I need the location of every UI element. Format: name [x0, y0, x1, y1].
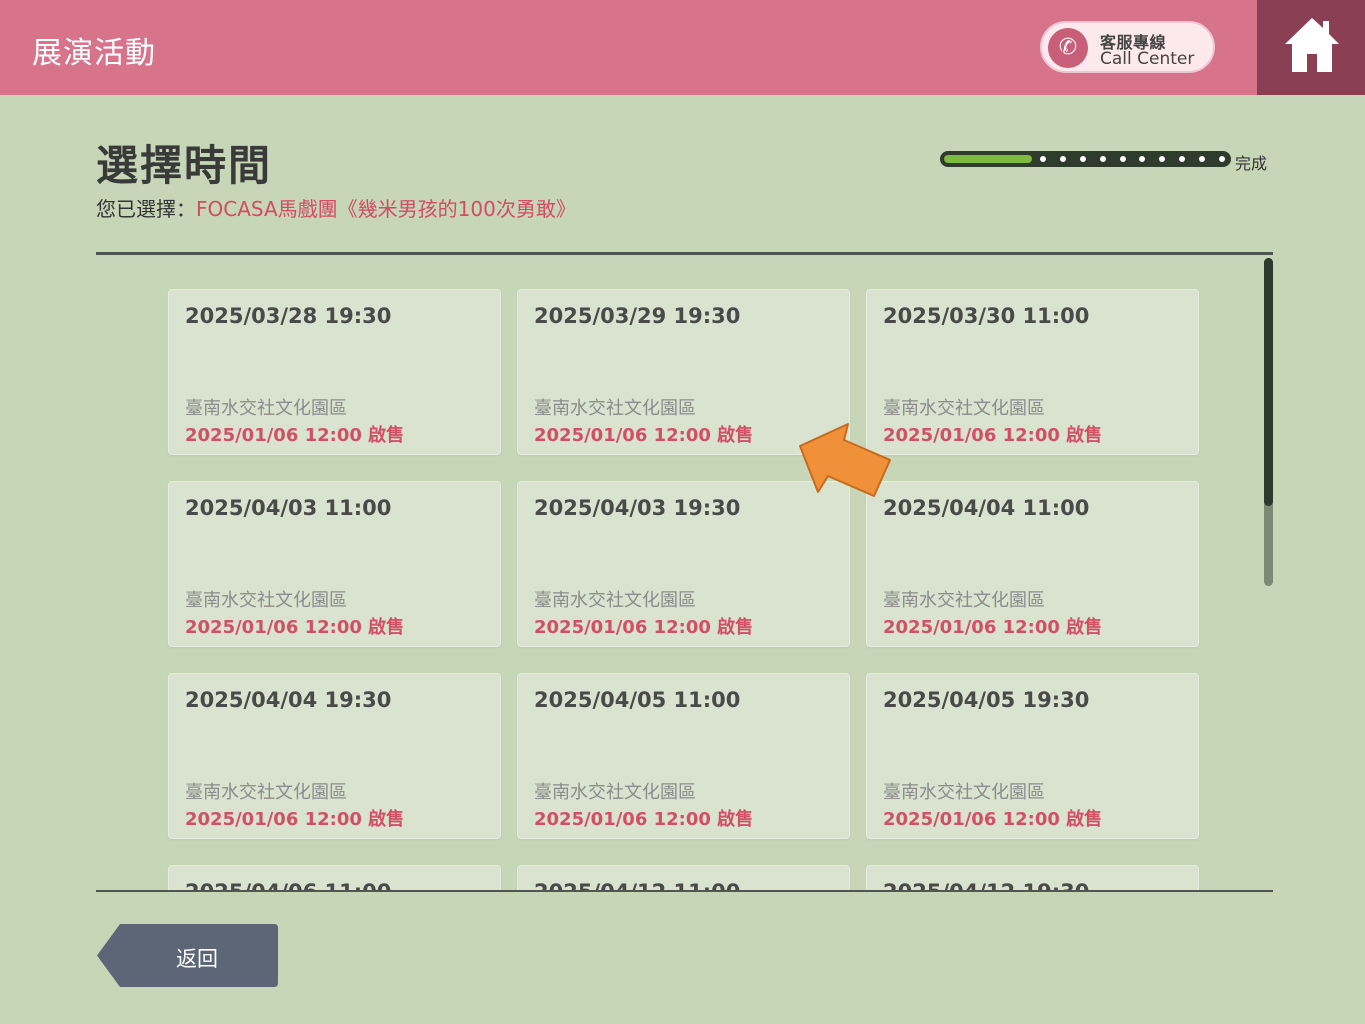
session-card[interactable]: 2025/04/12 11:00 [517, 865, 850, 890]
home-button[interactable] [1257, 0, 1365, 95]
session-datetime: 2025/04/05 19:30 [883, 688, 1090, 712]
session-sale-time: 2025/01/06 12:00 啟售 [534, 425, 754, 446]
session-sale-time: 2025/01/06 12:00 啟售 [883, 617, 1103, 638]
back-button[interactable]: 返回 [96, 923, 279, 988]
session-sale-time: 2025/01/06 12:00 啟售 [185, 425, 405, 446]
session-venue: 臺南水交社文化園區 [883, 782, 1045, 803]
session-venue: 臺南水交社文化園區 [883, 590, 1045, 611]
header-bar: 展演活動 ✆ 客服專線 Call Center [0, 0, 1365, 95]
session-card[interactable]: 2025/04/06 11:00 [168, 865, 501, 890]
session-card[interactable]: 2025/03/30 11:00 臺南水交社文化園區 2025/01/06 12:0… [866, 289, 1199, 455]
session-datetime: 2025/04/12 11:00 [534, 880, 740, 890]
session-grid: 2025/03/28 19:30 臺南水交社文化園區 2025/01/06 12:0… [168, 289, 1199, 890]
session-sale-time: 2025/01/06 12:00 啟售 [185, 809, 405, 830]
session-sale-time: 2025/01/06 12:00 啟售 [883, 809, 1103, 830]
session-venue: 臺南水交社文化園區 [883, 398, 1045, 419]
session-sale-time: 2025/01/06 12:00 啟售 [883, 425, 1103, 446]
home-icon [1285, 18, 1339, 72]
session-sale-time: 2025/01/06 12:00 啟售 [185, 617, 405, 638]
session-sale-time: 2025/01/06 12:00 啟售 [534, 617, 754, 638]
session-list[interactable]: 2025/03/28 19:30 臺南水交社文化園區 2025/01/06 12:0… [96, 255, 1256, 890]
session-datetime: 2025/04/04 11:00 [883, 496, 1090, 520]
session-venue: 臺南水交社文化園區 [534, 398, 696, 419]
progress-fill [944, 155, 1032, 163]
selection-prefix: 您已選擇： [96, 197, 196, 221]
session-datetime: 2025/04/05 11:00 [534, 688, 741, 712]
back-button-label: 返回 [176, 947, 218, 971]
selection-summary: 您已選擇：FOCASA馬戲團《幾米男孩的100次勇敢》 [96, 193, 576, 222]
session-venue: 臺南水交社文化園區 [185, 398, 347, 419]
session-datetime: 2025/04/03 19:30 [534, 496, 741, 520]
session-datetime: 2025/04/06 11:00 [185, 880, 391, 890]
list-divider-bottom [96, 890, 1273, 892]
progress-steps [1040, 156, 1225, 162]
session-venue: 臺南水交社文化園區 [534, 782, 696, 803]
session-datetime: 2025/04/12 19:30 [883, 880, 1089, 890]
page-title: 選擇時間 [96, 141, 273, 190]
arrow-pointer-icon [799, 423, 891, 497]
session-datetime: 2025/04/04 19:30 [185, 688, 392, 712]
session-card[interactable]: 2025/04/04 11:00 臺南水交社文化園區 2025/01/06 12:0… [866, 481, 1199, 647]
session-card[interactable]: 2025/04/05 19:30 臺南水交社文化園區 2025/01/06 12:0… [866, 673, 1199, 839]
session-card[interactable]: 2025/04/03 19:30 臺南水交社文化園區 2025/01/06 12:0… [517, 481, 850, 647]
selected-event-name: FOCASA馬戲團《幾米男孩的100次勇敢》 [196, 197, 576, 221]
session-card[interactable]: 2025/03/28 19:30 臺南水交社文化園區 2025/01/06 12:0… [168, 289, 501, 455]
page: 展演活動 ✆ 客服專線 Call Center 選擇時間 您已選擇：FOCASA… [0, 0, 1365, 1024]
call-center-button[interactable]: ✆ 客服專線 Call Center [1040, 21, 1215, 73]
scrollbar[interactable] [1264, 258, 1273, 586]
scrollbar-thumb[interactable] [1264, 258, 1273, 506]
session-venue: 臺南水交社文化園區 [534, 590, 696, 611]
progress-bar [940, 151, 1231, 167]
session-datetime: 2025/04/03 11:00 [185, 496, 392, 520]
session-sale-time: 2025/01/06 12:00 啟售 [534, 809, 754, 830]
session-datetime: 2025/03/29 19:30 [534, 304, 741, 328]
session-datetime: 2025/03/28 19:30 [185, 304, 392, 328]
session-card[interactable]: 2025/04/05 11:00 臺南水交社文化園區 2025/01/06 12:0… [517, 673, 850, 839]
phone-icon: ✆ [1048, 28, 1088, 68]
session-datetime: 2025/03/30 11:00 [883, 304, 1090, 328]
session-card[interactable]: 2025/04/04 19:30 臺南水交社文化園區 2025/01/06 12:0… [168, 673, 501, 839]
call-center-label-en: Call Center [1100, 49, 1195, 69]
session-card[interactable]: 2025/04/12 19:30 [866, 865, 1199, 890]
header-title: 展演活動 [32, 36, 156, 71]
progress-label: 完成 [1235, 154, 1268, 173]
session-card[interactable]: 2025/04/03 11:00 臺南水交社文化園區 2025/01/06 12:0… [168, 481, 501, 647]
session-venue: 臺南水交社文化園區 [185, 590, 347, 611]
session-venue: 臺南水交社文化園區 [185, 782, 347, 803]
